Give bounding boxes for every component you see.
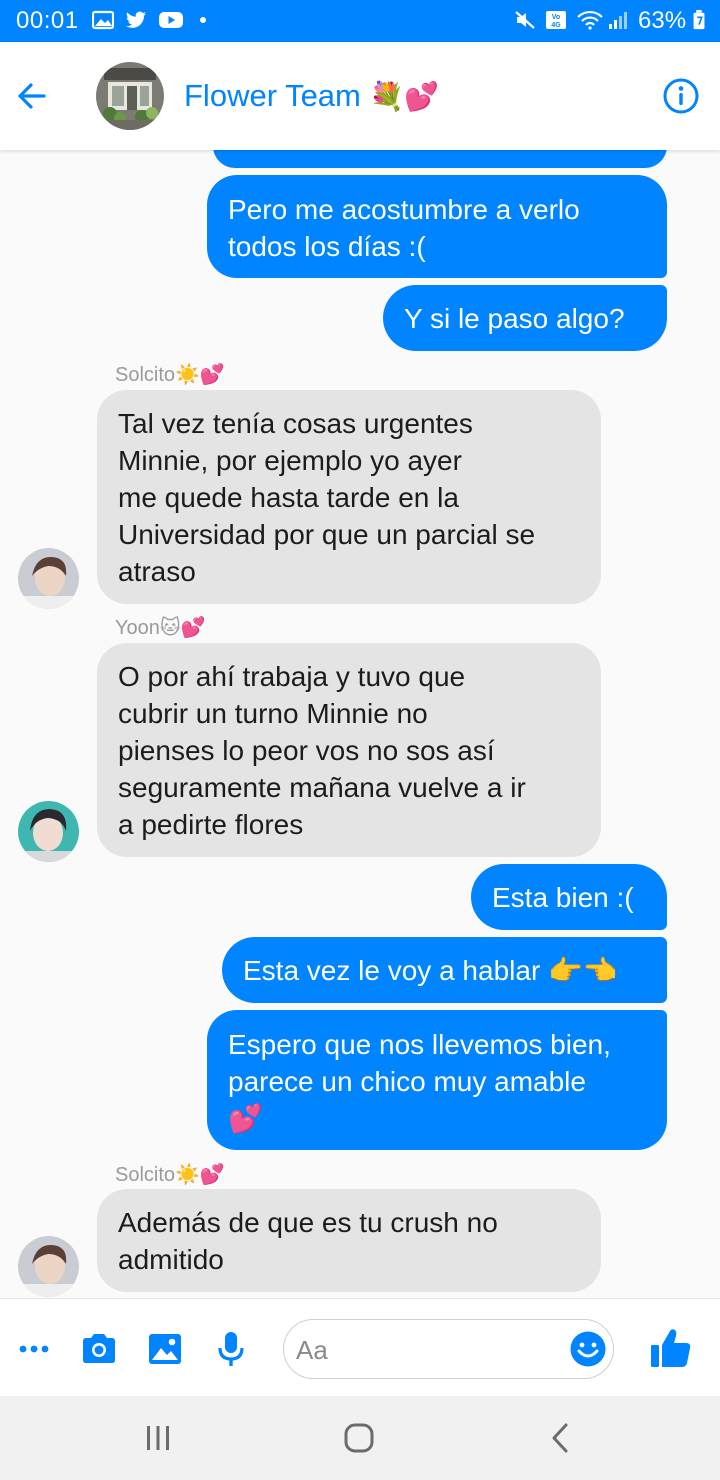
message-list[interactable]: Pero me acostumbre a verlo todos los día… — [0, 150, 720, 1298]
svg-text:4G: 4G — [551, 22, 561, 29]
back-icon[interactable] — [542, 1420, 578, 1456]
avatar-photo — [18, 801, 79, 862]
message-composer: Aa — [0, 1298, 720, 1396]
svg-text:Vo: Vo — [552, 14, 560, 21]
volte-icon: Vo 4G — [546, 11, 566, 29]
message-bubble-outgoing[interactable]: Espero que nos llevemos bien, parece un … — [207, 1010, 667, 1150]
avatar-photo — [18, 548, 79, 609]
emoji-icon[interactable] — [569, 1330, 607, 1368]
info-icon[interactable] — [660, 75, 702, 117]
battery-percentage: 63% — [638, 7, 687, 34]
youtube-icon — [159, 12, 183, 28]
signal-icon — [609, 12, 627, 29]
message-bubble-incoming[interactable]: Además de que es tu crush no admitido — [97, 1189, 601, 1292]
chat-title-emoji: 💐💕 — [369, 81, 440, 112]
thumbs-up-icon[interactable] — [648, 1325, 694, 1371]
twitter-icon — [125, 11, 147, 28]
message-bubble-outgoing-partial[interactable] — [213, 150, 667, 168]
back-arrow-icon[interactable] — [12, 76, 52, 116]
gallery-icon — [92, 10, 114, 30]
status-time: 00:01 — [16, 7, 79, 34]
group-avatar[interactable] — [96, 62, 164, 130]
message-input-placeholder: Aa — [296, 1335, 328, 1365]
flower-shop-image — [96, 62, 164, 130]
avatar[interactable] — [18, 1236, 79, 1297]
avatar[interactable] — [18, 548, 79, 609]
avatar[interactable] — [18, 801, 79, 862]
recent-apps-icon[interactable] — [140, 1420, 176, 1456]
message-bubble-incoming[interactable]: Tal vez tenía cosas urgentes Minnie, por… — [97, 390, 601, 604]
notification-dot — [200, 17, 206, 23]
message-bubble-outgoing[interactable]: Esta vez le voy a hablar 👉👈 — [222, 937, 667, 1003]
more-icon[interactable] — [14, 1329, 54, 1369]
message-bubble-outgoing[interactable]: Esta bien :( — [471, 864, 667, 930]
sender-name: Solcito☀️💕 — [115, 1164, 225, 1186]
image-icon[interactable] — [145, 1329, 185, 1369]
avatar-photo — [18, 1236, 79, 1297]
microphone-icon[interactable] — [211, 1329, 251, 1369]
message-bubble-outgoing[interactable]: Y si le paso algo? — [383, 285, 667, 351]
message-input[interactable]: Aa — [283, 1319, 614, 1379]
chat-title-text: Flower Team — [184, 78, 361, 113]
battery-icon — [693, 10, 705, 30]
sender-name: Yoon🐱💕 — [115, 617, 206, 639]
camera-icon[interactable] — [79, 1329, 119, 1369]
message-bubble-incoming[interactable]: O por ahí trabaja y tuvo que cubrir un t… — [97, 643, 601, 857]
home-icon[interactable] — [341, 1420, 377, 1456]
chat-header: Flower Team 💐💕 — [0, 42, 720, 150]
message-bubble-outgoing[interactable]: Pero me acostumbre a verlo todos los día… — [207, 175, 667, 278]
wifi-icon — [577, 10, 603, 30]
sender-name: Solcito☀️💕 — [115, 364, 225, 386]
mute-icon — [515, 11, 535, 29]
chat-title[interactable]: Flower Team 💐💕 — [184, 78, 439, 114]
status-bar: 00:01 Vo 4G 63% — [0, 0, 720, 42]
system-navigation-bar — [0, 1396, 720, 1480]
